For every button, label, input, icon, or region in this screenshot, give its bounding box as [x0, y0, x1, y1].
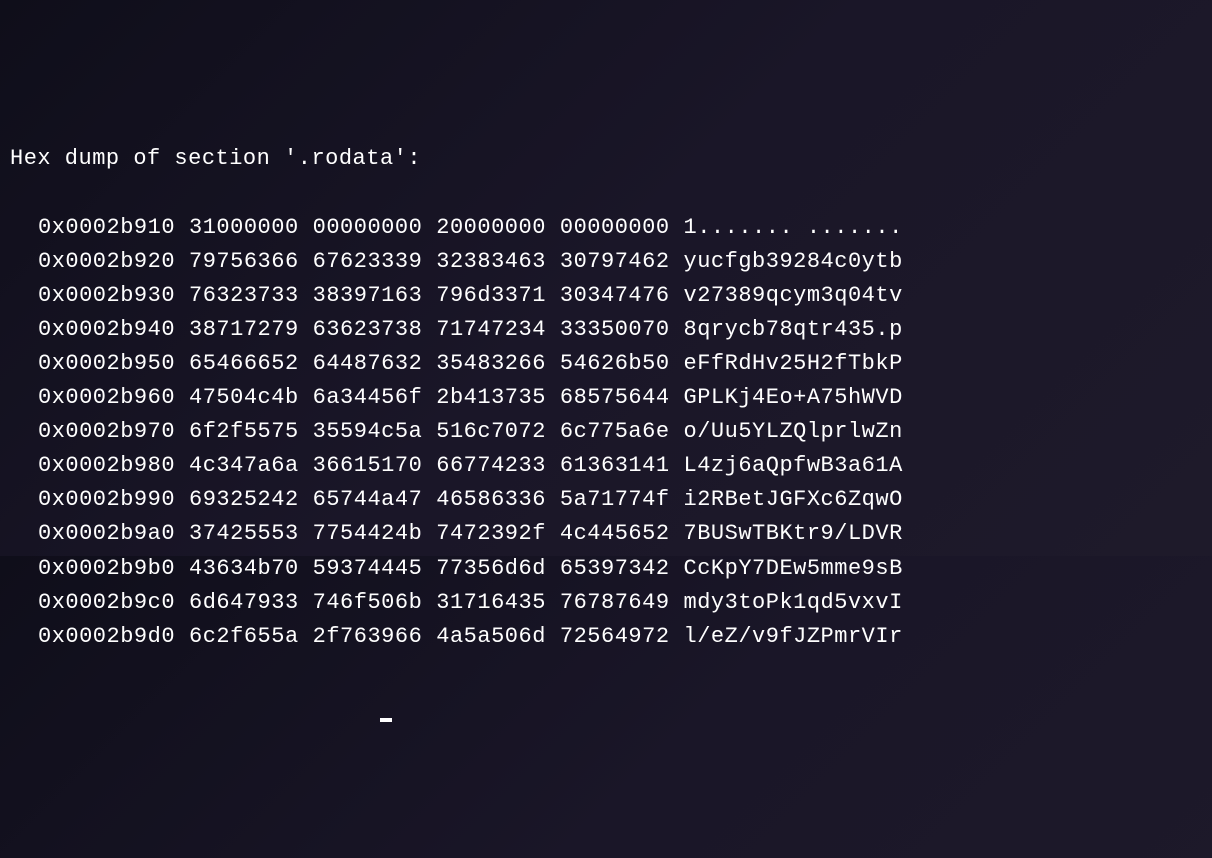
hex-bytes: 79756366 — [189, 249, 299, 274]
hexdump-row: 0x0002b9d0 6c2f655a 2f763966 4a5a506d 725649… — [10, 620, 1202, 654]
hex-ascii: i2RBetJGFXc6ZqwO — [684, 487, 903, 512]
hex-address: 0x0002b910 — [38, 215, 175, 240]
hex-bytes: 61363141 — [560, 453, 670, 478]
hex-address: 0x0002b940 — [38, 317, 175, 342]
hex-bytes: 6c2f655a — [189, 624, 299, 649]
hexdump-row: 0x0002b930 76323733 38397163 796d3371 303474… — [10, 279, 1202, 313]
hex-bytes: 38397163 — [313, 283, 423, 308]
hex-bytes: 65744a47 — [313, 487, 423, 512]
hex-bytes: 6d647933 — [189, 590, 299, 615]
hexdump-row: 0x0002b970 6f2f5575 35594c5a 516c7072 6c775a… — [10, 415, 1202, 449]
hex-ascii: yucfgb39284c0ytb — [684, 249, 903, 274]
hexdump-header: Hex dump of section '.rodata': — [10, 142, 1202, 176]
hex-bytes: 2b413735 — [436, 385, 546, 410]
hex-bytes: 30797462 — [560, 249, 670, 274]
hex-bytes: 00000000 — [560, 215, 670, 240]
hex-bytes: 68575644 — [560, 385, 670, 410]
hex-bytes: 4c445652 — [560, 521, 670, 546]
hex-ascii: l/eZ/v9fJZPmrVIr — [684, 624, 903, 649]
hex-bytes: 6a34456f — [313, 385, 423, 410]
hex-bytes: 59374445 — [313, 556, 423, 581]
hexdump-row: 0x0002b9b0 43634b70 59374445 77356d6d 653973… — [10, 552, 1202, 586]
hex-bytes: 76323733 — [189, 283, 299, 308]
hex-bytes: 76787649 — [560, 590, 670, 615]
hex-bytes: 33350070 — [560, 317, 670, 342]
hex-bytes: 72564972 — [560, 624, 670, 649]
hex-ascii: o/Uu5YLZQlprlwZn — [684, 419, 903, 444]
hexdump-row: 0x0002b910 31000000 00000000 20000000 000000… — [10, 211, 1202, 245]
hex-bytes: 35483266 — [436, 351, 546, 376]
hex-bytes: 31000000 — [189, 215, 299, 240]
hex-address: 0x0002b9c0 — [38, 590, 175, 615]
hex-bytes: 4a5a506d — [436, 624, 546, 649]
hex-ascii: 8qrycb78qtr435.p — [684, 317, 903, 342]
hexdump-rows: 0x0002b910 31000000 00000000 20000000 000000… — [10, 211, 1202, 654]
hex-bytes: 71747234 — [436, 317, 546, 342]
hexdump-row: 0x0002b950 65466652 64487632 35483266 54626b… — [10, 347, 1202, 381]
hex-bytes: 67623339 — [313, 249, 423, 274]
hex-address: 0x0002b950 — [38, 351, 175, 376]
hex-ascii: mdy3toPk1qd5vxvI — [684, 590, 903, 615]
hex-bytes: 30347476 — [560, 283, 670, 308]
hex-bytes: 7472392f — [436, 521, 546, 546]
hex-bytes: 64487632 — [313, 351, 423, 376]
hex-address: 0x0002b990 — [38, 487, 175, 512]
hex-bytes: 7754424b — [313, 521, 423, 546]
hex-ascii: eFfRdHv25H2fTbkP — [684, 351, 903, 376]
hex-bytes: 31716435 — [436, 590, 546, 615]
hex-address: 0x0002b970 — [38, 419, 175, 444]
hex-address: 0x0002b9a0 — [38, 521, 175, 546]
terminal-cursor — [380, 718, 392, 722]
hex-bytes: 5a71774f — [560, 487, 670, 512]
hex-bytes: 43634b70 — [189, 556, 299, 581]
hex-bytes: 77356d6d — [436, 556, 546, 581]
hex-bytes: 6c775a6e — [560, 419, 670, 444]
hex-bytes: 35594c5a — [313, 419, 423, 444]
hex-bytes: 66774233 — [436, 453, 546, 478]
hex-bytes: 2f763966 — [313, 624, 423, 649]
hex-address: 0x0002b930 — [38, 283, 175, 308]
hex-bytes: 36615170 — [313, 453, 423, 478]
hex-ascii: v27389qcym3q04tv — [684, 283, 903, 308]
hex-address: 0x0002b920 — [38, 249, 175, 274]
hex-address: 0x0002b9b0 — [38, 556, 175, 581]
hex-bytes: 516c7072 — [436, 419, 546, 444]
hex-address: 0x0002b960 — [38, 385, 175, 410]
hex-bytes: 37425553 — [189, 521, 299, 546]
hex-ascii: 7BUSwTBKtr9/LDVR — [684, 521, 903, 546]
hexdump-row: 0x0002b9a0 37425553 7754424b 7472392f 4c4456… — [10, 517, 1202, 551]
hex-ascii: L4zj6aQpfwB3a61A — [684, 453, 903, 478]
hex-ascii: GPLKj4Eo+A75hWVD — [684, 385, 903, 410]
hexdump-row: 0x0002b980 4c347a6a 36615170 66774233 613631… — [10, 449, 1202, 483]
hex-bytes: 47504c4b — [189, 385, 299, 410]
hex-bytes: 65397342 — [560, 556, 670, 581]
hex-ascii: CcKpY7DEw5mme9sB — [684, 556, 903, 581]
hexdump-row: 0x0002b920 79756366 67623339 32383463 307974… — [10, 245, 1202, 279]
hex-bytes: 6f2f5575 — [189, 419, 299, 444]
hexdump-row: 0x0002b9c0 6d647933 746f506b 31716435 767876… — [10, 586, 1202, 620]
hex-bytes: 46586336 — [436, 487, 546, 512]
hex-bytes: 69325242 — [189, 487, 299, 512]
hexdump-row: 0x0002b960 47504c4b 6a34456f 2b413735 685756… — [10, 381, 1202, 415]
hex-bytes: 00000000 — [313, 215, 423, 240]
hexdump-row: 0x0002b990 69325242 65744a47 46586336 5a7177… — [10, 483, 1202, 517]
hex-bytes: 54626b50 — [560, 351, 670, 376]
hex-address: 0x0002b9d0 — [38, 624, 175, 649]
hex-bytes: 20000000 — [436, 215, 546, 240]
hex-bytes: 63623738 — [313, 317, 423, 342]
hexdump-row: 0x0002b940 38717279 63623738 71747234 333500… — [10, 313, 1202, 347]
hex-bytes: 38717279 — [189, 317, 299, 342]
hex-bytes: 796d3371 — [436, 283, 546, 308]
hex-address: 0x0002b980 — [38, 453, 175, 478]
hex-bytes: 4c347a6a — [189, 453, 299, 478]
hex-ascii: 1....... ....... — [684, 215, 903, 240]
hex-bytes: 32383463 — [436, 249, 546, 274]
hex-bytes: 746f506b — [313, 590, 423, 615]
hex-bytes: 65466652 — [189, 351, 299, 376]
